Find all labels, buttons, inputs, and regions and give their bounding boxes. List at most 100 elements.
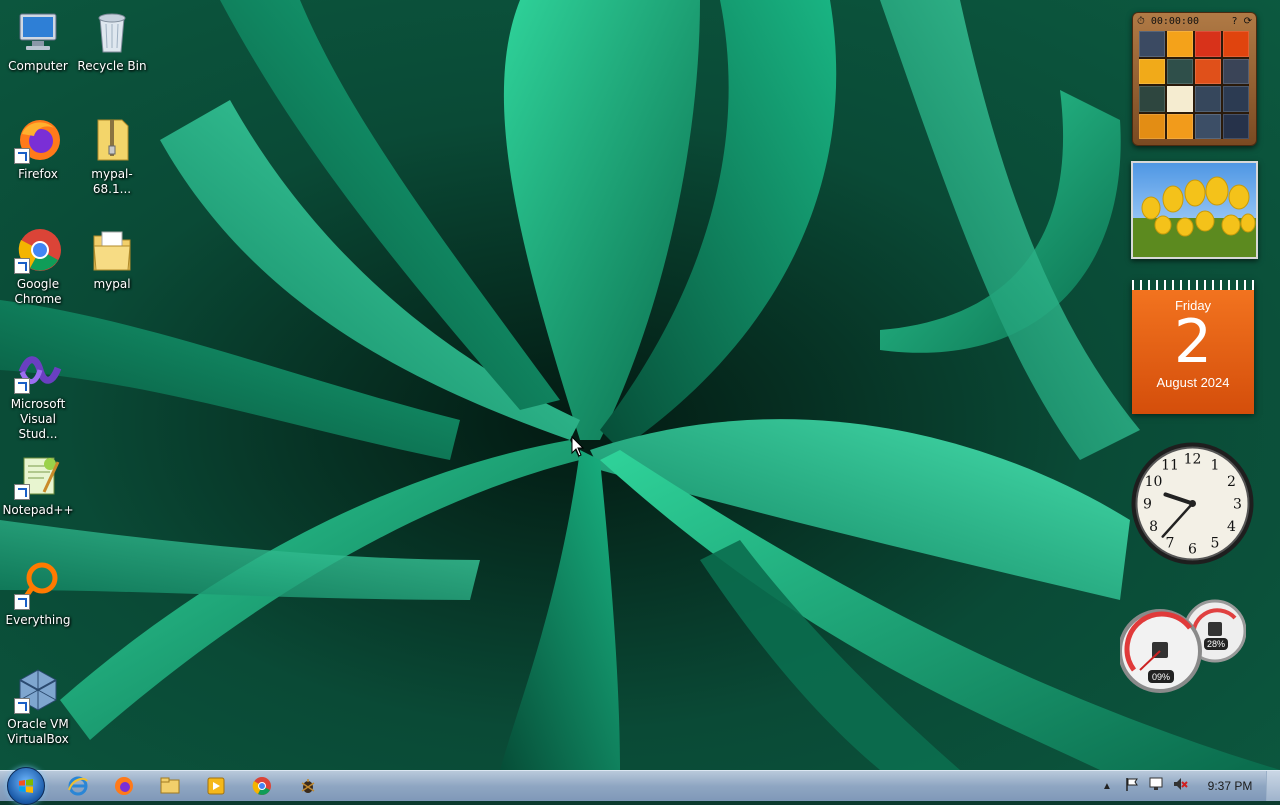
desktop-icon-label: Recycle Bin: [77, 59, 147, 73]
shortcut-arrow-icon: [14, 484, 30, 500]
desktop-wallpaper: [0, 0, 1280, 770]
help-icon[interactable]: ?: [1232, 16, 1238, 27]
puzzle-tile[interactable]: [1223, 58, 1249, 84]
puzzle-tile[interactable]: [1167, 113, 1193, 139]
clock-number: 2: [1227, 474, 1236, 490]
desktop-icon-label: Computer: [8, 59, 68, 73]
taskbar-bug-app[interactable]: [288, 773, 328, 799]
puzzle-tile[interactable]: [1139, 113, 1165, 139]
desktop-icon-label: mypal: [93, 277, 131, 291]
shortcut-arrow-icon: [14, 258, 30, 274]
puzzle-timer: ⏱ 00:00:00: [1137, 15, 1199, 27]
memory-usage-text: 28%: [1207, 639, 1225, 649]
desktop-icon-label: Google Chrome: [14, 277, 62, 306]
action-center-flag-icon[interactable]: [1124, 776, 1140, 797]
notepadpp-icon: [14, 452, 62, 500]
desktop-icon-label: Microsoft Visual Stud...: [10, 397, 66, 441]
desktop-icon-firefox[interactable]: Firefox: [0, 116, 76, 182]
recycle-bin-icon: [88, 8, 136, 56]
cpu-meter-gadget[interactable]: 09% 28%: [1118, 598, 1247, 694]
calendar-gadget[interactable]: Friday 2 August 2024: [1132, 280, 1254, 414]
chrome-icon: [14, 226, 62, 274]
desktop-icon-label: Notepad++: [2, 503, 74, 517]
clock-number: 5: [1211, 535, 1220, 551]
volume-muted-icon[interactable]: [1172, 776, 1188, 797]
calendar-day: 2: [1173, 307, 1213, 377]
clock-number: 4: [1227, 519, 1236, 535]
start-button[interactable]: [7, 767, 45, 805]
shortcut-arrow-icon: [14, 698, 30, 714]
clock-number: 1: [1211, 458, 1220, 474]
desktop-icon-recycle-bin[interactable]: Recycle Bin: [74, 8, 150, 74]
media-player-icon: [207, 777, 225, 795]
clock-number: 9: [1143, 497, 1152, 513]
network-icon[interactable]: [1148, 776, 1164, 797]
picture-puzzle-gadget[interactable]: ⏱ 00:00:00 ? ⟳: [1132, 12, 1257, 146]
desktop-icon-visual-studio[interactable]: Microsoft Visual Stud...: [0, 346, 76, 442]
mouse-cursor: [571, 436, 585, 457]
puzzle-tile[interactable]: [1167, 58, 1193, 84]
puzzle-tile[interactable]: [1139, 31, 1165, 57]
desktop-icon-mypal-zip[interactable]: mypal-68.1...: [74, 116, 150, 197]
firefox-icon: [115, 777, 133, 795]
desktop-icon-computer[interactable]: Computer: [0, 8, 76, 74]
folder-icon: [88, 226, 136, 274]
clock-gadget[interactable]: 12 1 2 3 4 5 6 7 8 9 10 11: [1130, 441, 1255, 566]
show-desktop-button[interactable]: [1266, 771, 1280, 801]
clock-number: 8: [1149, 519, 1158, 535]
desktop-icon-virtualbox[interactable]: Oracle VM VirtualBox: [0, 666, 76, 747]
show-hidden-icons-chevron[interactable]: ▲: [1100, 781, 1114, 792]
clock-number: 6: [1188, 542, 1197, 558]
calendar-page: Friday 2 August 2024: [1132, 290, 1254, 414]
slideshow-gadget[interactable]: [1131, 161, 1258, 259]
chrome-icon: [252, 777, 271, 795]
firefox-icon: [14, 116, 62, 164]
desktop-icon-label: Firefox: [18, 167, 58, 181]
desktop-icon-everything[interactable]: Everything: [0, 562, 76, 628]
puzzle-tile[interactable]: [1139, 58, 1165, 84]
puzzle-tile[interactable]: [1223, 31, 1249, 57]
calendar-rings: [1132, 280, 1254, 290]
puzzle-tile[interactable]: [1139, 86, 1165, 112]
virtualbox-icon: [14, 666, 62, 714]
puzzle-tile[interactable]: [1223, 113, 1249, 139]
puzzle-tile[interactable]: [1195, 86, 1221, 112]
desktop-icon-label: mypal-68.1...: [91, 167, 133, 196]
desktop-icon-mypal-folder[interactable]: mypal: [74, 226, 150, 292]
visual-studio-icon: [14, 346, 62, 394]
system-tray: ▲: [1100, 771, 1188, 801]
memory-icon: [1208, 622, 1222, 636]
desktop-icon-label: Everything: [5, 613, 71, 627]
desktop-icon-notepadpp[interactable]: Notepad++: [0, 452, 76, 518]
clock-face: 12 12 3 45678 9 1011: [1131, 442, 1254, 565]
taskbar-firefox[interactable]: [104, 773, 144, 799]
puzzle-tile[interactable]: [1195, 31, 1221, 57]
zip-folder-icon: [88, 116, 136, 164]
explorer-folder-icon: [160, 777, 180, 794]
desktop-icon-google-chrome[interactable]: Google Chrome: [0, 226, 76, 307]
taskbar-internet-explorer[interactable]: [58, 773, 98, 799]
clock-number: 3: [1233, 497, 1242, 513]
puzzle-tile[interactable]: [1223, 86, 1249, 112]
puzzle-tile[interactable]: [1195, 58, 1221, 84]
everything-search-icon: [14, 562, 62, 610]
taskbar-windows-explorer[interactable]: [150, 773, 190, 799]
puzzle-tile[interactable]: [1195, 113, 1221, 139]
puzzle-controls: ? ⟳: [1232, 16, 1252, 27]
internet-explorer-icon: [68, 776, 88, 796]
bug-app-icon: [301, 779, 315, 793]
taskbar: ▲ 9:37 PM: [0, 767, 1280, 805]
shortcut-arrow-icon: [14, 148, 30, 164]
taskbar-chrome[interactable]: [242, 773, 282, 799]
shortcut-arrow-icon: [14, 594, 30, 610]
clock-number: 7: [1166, 535, 1175, 551]
puzzle-tile[interactable]: [1167, 86, 1193, 112]
taskbar-media-player[interactable]: [196, 773, 236, 799]
puzzle-tile[interactable]: [1167, 31, 1193, 57]
shuffle-icon[interactable]: ⟳: [1244, 16, 1252, 27]
shortcut-arrow-icon: [14, 378, 30, 394]
puzzle-titlebar: ⏱ 00:00:00 ? ⟳: [1133, 13, 1256, 29]
taskbar-clock[interactable]: 9:37 PM: [1200, 771, 1260, 801]
calendar-month-year: August 2024: [1156, 375, 1230, 390]
clock-number: 10: [1145, 474, 1163, 490]
